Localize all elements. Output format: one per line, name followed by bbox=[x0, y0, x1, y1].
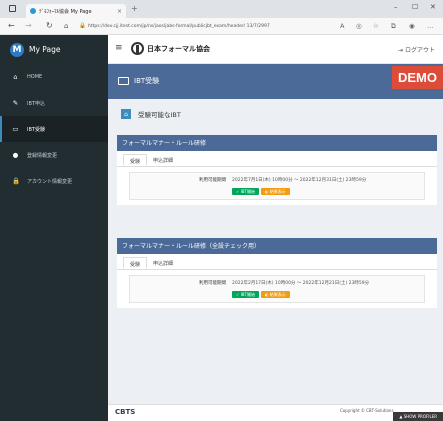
exam-period-panel: 利用可能期間 2022年7月1日(木) 10時00分 ～ 2022年12月31日… bbox=[129, 172, 425, 200]
show-profiler-label: SHOW PROFILER bbox=[403, 414, 437, 419]
exam-card-tabs: 受験 申込詳細 bbox=[117, 151, 437, 167]
app-name: My Page bbox=[29, 45, 61, 54]
back-icon[interactable]: ← bbox=[8, 21, 15, 30]
monitor-icon: ▭ bbox=[12, 125, 19, 133]
extension-icon[interactable]: ◎ bbox=[356, 22, 362, 30]
exam-card-title: フォーマルマナー・ルール研修（全設チェック用） bbox=[117, 240, 437, 254]
forward-icon[interactable]: → bbox=[25, 21, 32, 30]
exam-card-title: フォーマルマナー・ルール研修 bbox=[117, 137, 437, 151]
home-browser-icon[interactable]: ⌂ bbox=[64, 22, 68, 30]
mypage-logo-icon: M bbox=[10, 42, 24, 57]
page-title: IBT受験 bbox=[118, 76, 159, 86]
close-window-button[interactable]: ✕ bbox=[430, 3, 436, 11]
tab-title: ﾃﾞﾓﾌｫｰﾏﾙ協会 My Page bbox=[39, 8, 92, 15]
start-ibt-button[interactable]: ✓ IBT開始 bbox=[232, 188, 259, 195]
sidebar-item-account-edit[interactable]: 🔒 アカウント情報変更 bbox=[0, 168, 108, 194]
home-section-icon: ⌂ bbox=[121, 109, 131, 119]
section-title-text: 受験可能なIBT bbox=[138, 111, 181, 119]
tab-exam[interactable]: 受験 bbox=[123, 257, 148, 269]
browser-tab-bar: ﾃﾞﾓﾌｫｰﾏﾙ協会 My Page × + – ☐ ✕ bbox=[0, 0, 443, 18]
show-results-button[interactable]: ◐ 結果表示 bbox=[261, 188, 290, 195]
reload-icon[interactable]: ↻ bbox=[46, 21, 53, 30]
copyright-text: Copyright © CBT-Solutions bbox=[340, 408, 394, 413]
collections-icon[interactable]: ⧉ bbox=[391, 22, 396, 31]
org-logo: 日本フォーマル協会 bbox=[131, 42, 210, 55]
sidebar-item-ibt-apply[interactable]: ✎ IBT申込 bbox=[0, 90, 108, 116]
period-label: 利用可能期間 bbox=[199, 178, 226, 183]
sidebar: ⌂ HOME ✎ IBT申込 ▭ IBT受験 ● 登録情報変更 🔒 アカウント情… bbox=[0, 64, 108, 421]
tab-application-details[interactable]: 申込詳細 bbox=[147, 154, 179, 166]
address-bar: ← → ↻ ⌂ 🔒 https://dev.cjj.itest.com/jp/n… bbox=[0, 18, 443, 35]
start-ibt-button[interactable]: ✓ IBT開始 bbox=[232, 291, 259, 298]
main-content: IBT受験 DEMO ⌂ 受験可能なIBT フォーマルマナー・ルール研修 受験 … bbox=[108, 64, 443, 421]
start-ibt-label: IBT開始 bbox=[240, 292, 255, 297]
show-profiler-button[interactable]: ▲ SHOW PROFILER bbox=[393, 412, 443, 421]
monitor-title-icon bbox=[118, 77, 129, 85]
period-value: 2022年2月17日(木) 10時00分 ～ 2022年12月21日(土) 23… bbox=[232, 281, 370, 286]
pencil-icon: ✎ bbox=[12, 99, 19, 107]
sidebar-item-label: IBT受験 bbox=[27, 126, 45, 133]
tab-application-details[interactable]: 申込詳細 bbox=[147, 257, 179, 269]
browser-tab[interactable]: ﾃﾞﾓﾌｫｰﾏﾙ協会 My Page × bbox=[26, 4, 126, 18]
show-results-button[interactable]: ◐ 結果表示 bbox=[261, 291, 290, 298]
tab-actions-icon[interactable] bbox=[9, 5, 16, 12]
show-results-label: 結果表示 bbox=[269, 292, 286, 297]
page-title-text: IBT受験 bbox=[134, 77, 160, 85]
new-tab-button[interactable]: + bbox=[131, 4, 138, 13]
exam-card: フォーマルマナー・ルール研修（全設チェック用） 受験 申込詳細 利用可能期間 2… bbox=[117, 238, 437, 308]
sidebar-item-profile-edit[interactable]: ● 登録情報変更 bbox=[0, 142, 108, 168]
page-banner: IBT受験 DEMO bbox=[108, 64, 443, 99]
maximize-button[interactable]: ☐ bbox=[412, 3, 418, 11]
home-icon: ⌂ bbox=[13, 73, 18, 81]
period-value: 2022年7月1日(木) 10時00分 ～ 2022年12月31日(土) 23時… bbox=[232, 178, 367, 183]
favorite-star-icon[interactable]: ☆ bbox=[373, 22, 379, 30]
sidebar-item-ibt-exam[interactable]: ▭ IBT受験 bbox=[0, 116, 108, 142]
lock-icon: 🔒 bbox=[12, 177, 21, 185]
user-icon: ● bbox=[12, 151, 19, 159]
org-name: 日本フォーマル協会 bbox=[147, 43, 210, 53]
sidebar-item-label: HOME bbox=[27, 74, 43, 80]
logout-label: ログアウト bbox=[404, 47, 435, 54]
demo-badge: DEMO bbox=[392, 66, 443, 89]
section-title: ⌂ 受験可能なIBT bbox=[121, 109, 181, 119]
sidebar-item-home[interactable]: ⌂ HOME bbox=[0, 64, 108, 90]
hamburger-menu-icon[interactable]: ≡ bbox=[115, 43, 123, 53]
start-ibt-label: IBT開始 bbox=[240, 189, 255, 194]
org-emblem-icon bbox=[131, 42, 144, 55]
tab-exam[interactable]: 受験 bbox=[123, 154, 148, 166]
favicon-icon bbox=[30, 8, 36, 14]
url-field[interactable]: https://dev.cjj.itest.com/jp/ns/jaos/jab… bbox=[88, 22, 328, 31]
read-aloud-icon[interactable]: A bbox=[340, 22, 344, 30]
logout-link[interactable]: ⇥ ログアウト bbox=[398, 45, 435, 54]
tab-close-icon[interactable]: × bbox=[117, 8, 122, 15]
top-navbar: ≡ 日本フォーマル協会 ⇥ ログアウト bbox=[108, 35, 443, 64]
sidebar-item-label: IBT申込 bbox=[27, 100, 45, 107]
profile-icon[interactable]: ◉ bbox=[409, 22, 415, 30]
app-logo-area[interactable]: M My Page bbox=[0, 35, 108, 64]
sidebar-item-label: アカウント情報変更 bbox=[27, 178, 73, 185]
page-footer: CBTS Copyright © CBT-Solutions ▲ SHOW PR… bbox=[108, 404, 443, 421]
minimize-button[interactable]: – bbox=[394, 3, 398, 11]
period-label: 利用可能期間 bbox=[199, 281, 226, 286]
show-results-label: 結果表示 bbox=[269, 189, 286, 194]
lock-url-icon: 🔒 bbox=[79, 23, 86, 29]
more-menu-icon[interactable]: … bbox=[427, 22, 434, 30]
exam-period-panel: 利用可能期間 2022年2月17日(木) 10時00分 ～ 2022年12月21… bbox=[129, 275, 425, 303]
sidebar-item-label: 登録情報変更 bbox=[27, 152, 58, 159]
exam-card: フォーマルマナー・ルール研修 受験 申込詳細 利用可能期間 2022年7月1日(… bbox=[117, 135, 437, 205]
exam-card-tabs: 受験 申込詳細 bbox=[117, 254, 437, 270]
cbts-logo: CBTS bbox=[115, 408, 136, 416]
